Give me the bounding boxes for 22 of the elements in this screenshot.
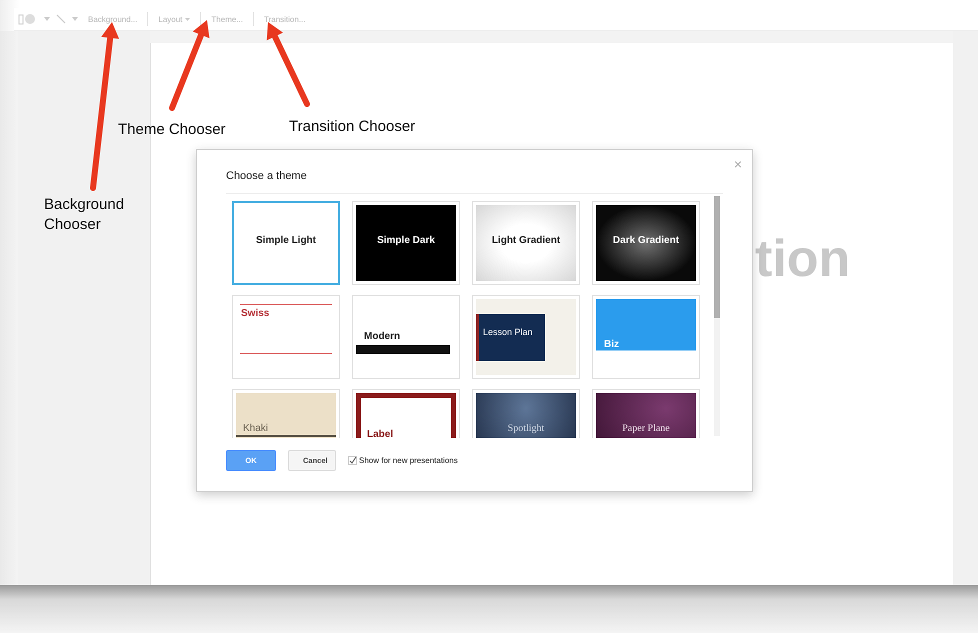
theme-tile[interactable]: Simple Dark: [352, 201, 460, 285]
checkbox[interactable]: [348, 456, 357, 465]
caret-icon[interactable]: [44, 17, 50, 21]
theme-tile[interactable]: Spotlight: [472, 389, 580, 438]
theme-tile[interactable]: Simple Light: [232, 201, 340, 285]
theme-tile[interactable]: Khaki: [232, 389, 340, 438]
theme-tile[interactable]: Lesson Plan: [472, 295, 580, 379]
theme-tile[interactable]: Dark Gradient: [592, 201, 700, 285]
theme-tile[interactable]: Swiss: [232, 295, 340, 379]
image-icon[interactable]: [18, 13, 38, 25]
annotation-label: Transition Chooser: [289, 117, 416, 136]
caret-icon[interactable]: [72, 17, 78, 21]
theme-tile[interactable]: Paper Plane: [592, 389, 700, 438]
dialog-title: Choose a theme: [226, 170, 308, 182]
annotation-label: Background Chooser: [44, 195, 126, 234]
scrollbar[interactable]: [714, 196, 720, 436]
theme-tile[interactable]: Label: [352, 389, 460, 438]
theme-tile[interactable]: Light Gradient: [472, 201, 580, 285]
theme-tile[interactable]: Modern: [352, 295, 460, 379]
annotation-label: Theme Chooser: [118, 120, 226, 140]
checkbox-label[interactable]: Show for new presentations: [359, 456, 458, 465]
line-icon[interactable]: [56, 14, 66, 24]
